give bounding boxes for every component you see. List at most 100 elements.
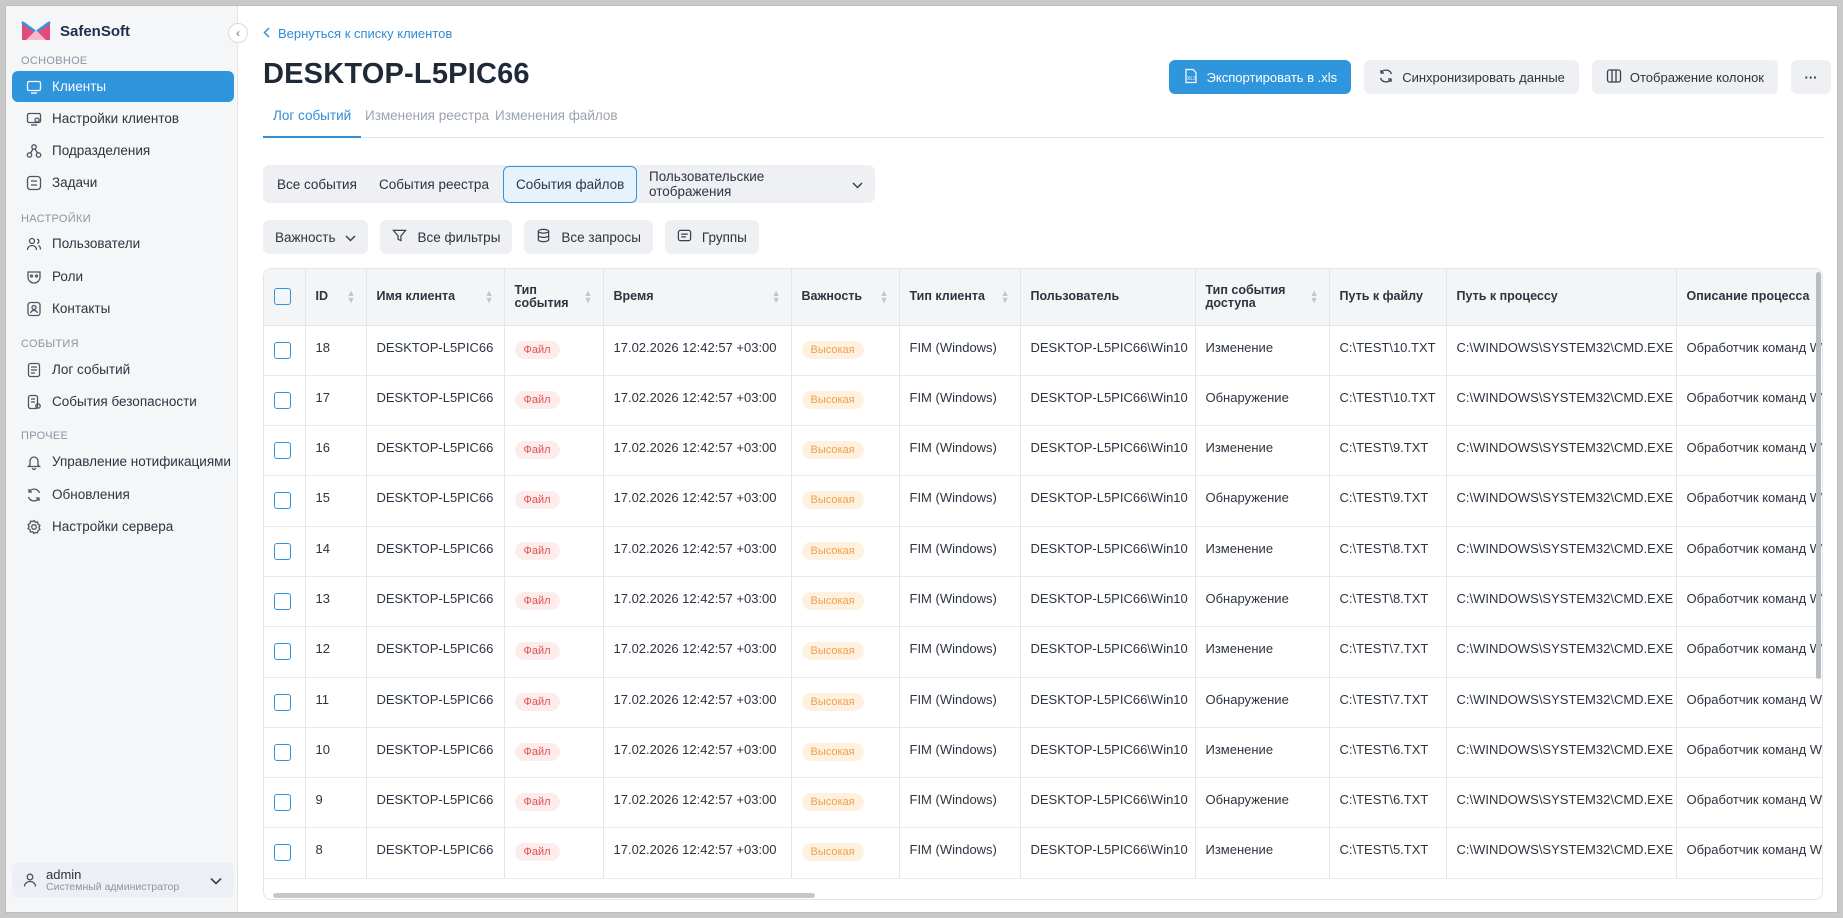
row-checkbox[interactable] xyxy=(274,341,291,359)
column-header-event-type[interactable]: Тип события ▲ ▼ xyxy=(504,269,604,326)
cell-importance: Высокая xyxy=(791,727,900,779)
sidebar-item-clients[interactable]: Клиенты xyxy=(12,71,234,102)
row-checkbox[interactable] xyxy=(274,442,291,460)
cell-client-name: DESKTOP-L5PIC66 xyxy=(366,727,505,779)
cell-time-value: 17.02.2026 12:42:57 +03:00 xyxy=(613,389,777,405)
sidebar-item-server-settings[interactable]: Настройки сервера xyxy=(12,511,234,542)
segment-custom-views[interactable]: Пользовательские отображения xyxy=(637,169,875,199)
logo[interactable]: SafenSoft xyxy=(20,20,130,42)
groups-button[interactable]: Группы xyxy=(664,220,759,254)
sync-data-button[interactable]: Синхронизировать данные xyxy=(1364,60,1579,94)
column-header-user[interactable]: Пользователь xyxy=(1020,269,1196,326)
column-header-client-name[interactable]: Имя клиента ▲ ▼ xyxy=(366,269,505,326)
sort-icon[interactable]: ▲ ▼ xyxy=(1001,288,1010,304)
column-header-access-type[interactable]: Тип события доступа ▲ ▼ xyxy=(1195,269,1330,326)
export-xls-button[interactable]: XLS Экспортировать в .xls xyxy=(1168,60,1352,94)
sort-icon[interactable]: ▲ ▼ xyxy=(485,288,494,304)
sidebar-item-tasks[interactable]: Задачи xyxy=(12,167,234,198)
row-checkbox[interactable] xyxy=(274,743,291,761)
cell-process-path-value: C:\WINDOWS\SYSTEM32\CMD.EXE xyxy=(1456,540,1674,556)
row-checkbox[interactable] xyxy=(274,844,291,862)
segment-file-events[interactable]: События файлов xyxy=(503,166,638,203)
cell-client-name-value: DESKTOP-L5PIC66 xyxy=(376,842,494,858)
sync-icon xyxy=(1378,68,1394,87)
row-checkbox[interactable] xyxy=(274,643,291,661)
segment-registry-events[interactable]: События реестра xyxy=(367,170,501,198)
table-row[interactable]: 10 DESKTOP-L5PIC66 Файл 17.02.2026 12:42:57… xyxy=(264,727,1822,779)
row-checkbox[interactable] xyxy=(274,542,291,560)
select-all-checkbox[interactable] xyxy=(274,287,291,305)
sidebar-item-departments[interactable]: Подразделения xyxy=(12,135,234,166)
sidebar-item-roles[interactable]: Роли xyxy=(12,261,234,292)
sidebar-item-contacts[interactable]: Контакты xyxy=(12,293,234,324)
user-menu[interactable]: admin Системный администратор xyxy=(12,863,234,897)
column-header-file-path[interactable]: Путь к файлу xyxy=(1329,269,1447,326)
user-role: Системный администратор xyxy=(46,880,180,893)
column-display-button[interactable]: Отображение колонок xyxy=(1591,60,1778,94)
row-checkbox[interactable] xyxy=(274,391,291,409)
back-link[interactable]: Вернуться к списку клиентов xyxy=(263,26,452,41)
sort-icon[interactable]: ▲ ▼ xyxy=(772,288,781,304)
events-table: ID ▲ ▼ Имя клиента ▲ ▼ Тип события ▲ ▼ Время ▲ ▼… xyxy=(263,268,1823,900)
column-header-client-type[interactable]: Тип клиента ▲ ▼ xyxy=(899,269,1021,326)
row-checkbox[interactable] xyxy=(274,693,291,711)
segment-all-events[interactable]: Все события xyxy=(265,170,369,198)
all-queries-button[interactable]: Все запросы xyxy=(524,220,653,254)
cell-client-name: DESKTOP-L5PIC66 xyxy=(366,375,505,427)
sidebar-item-security-events[interactable]: События безопасности xyxy=(12,386,234,417)
column-header-process-path[interactable]: Путь к процессу xyxy=(1446,269,1677,326)
cell-process-description-value: Обработчик команд W xyxy=(1686,540,1823,556)
table-row[interactable]: 12 DESKTOP-L5PIC66 Файл 17.02.2026 12:42:57… xyxy=(264,626,1822,678)
sidebar-item-updates[interactable]: Обновления xyxy=(12,479,234,510)
row-checkbox[interactable] xyxy=(274,794,291,812)
sort-icon[interactable]: ▲ ▼ xyxy=(347,288,356,304)
cell-importance: Высокая xyxy=(791,475,900,527)
sort-icon[interactable]: ▲ ▼ xyxy=(584,288,593,304)
cell-process-description: Обработчик команд W xyxy=(1676,626,1822,678)
horizontal-scrollbar[interactable] xyxy=(273,893,815,898)
sidebar-item-client-settings[interactable]: Настройки клиентов xyxy=(12,103,234,134)
table-row[interactable]: 13 DESKTOP-L5PIC66 Файл 17.02.2026 12:42:57… xyxy=(264,576,1822,628)
event-type-badge: Файл xyxy=(514,491,560,510)
cell-event-type: Файл xyxy=(504,777,604,829)
row-checkbox[interactable] xyxy=(274,492,291,510)
column-header-time[interactable]: Время ▲ ▼ xyxy=(603,269,792,326)
table-row[interactable]: 14 DESKTOP-L5PIC66 Файл 17.02.2026 12:42:57… xyxy=(264,526,1823,577)
sidebar-item-users[interactable]: Пользователи xyxy=(12,228,234,259)
vertical-scrollbar[interactable] xyxy=(1816,272,1821,679)
table-row[interactable]: 18 DESKTOP-L5PIC66 Файл 17.02.2026 12:42:57… xyxy=(264,325,1822,376)
tab-event-log[interactable]: Лог событий xyxy=(263,108,362,138)
cell-process-description-value: Обработчик команд W xyxy=(1686,842,1823,858)
column-header-process-description[interactable]: Описание процесса xyxy=(1676,269,1822,326)
importance-filter[interactable]: Важность xyxy=(263,220,369,254)
table-row[interactable]: 11 DESKTOP-L5PIC66 Файл 17.02.2026 12:42:57… xyxy=(264,677,1822,728)
more-actions-button[interactable]: ··· xyxy=(1791,60,1831,94)
sidebar-item-label: Настройки сервера xyxy=(52,519,174,534)
table-row[interactable]: 17 DESKTOP-L5PIC66 Файл 17.02.2026 12:42:57… xyxy=(264,375,1822,427)
cell-user-value: DESKTOP-L5PIC66\Win10 xyxy=(1030,440,1188,456)
sort-icon[interactable]: ▲ ▼ xyxy=(880,288,889,304)
row-select-cell xyxy=(264,576,306,628)
row-checkbox[interactable] xyxy=(274,592,291,610)
cell-client-name-value: DESKTOP-L5PIC66 xyxy=(376,339,494,355)
logo-text: SafenSoft xyxy=(60,22,131,40)
sort-icon[interactable]: ▲ ▼ xyxy=(1310,288,1319,304)
table-row[interactable]: 9 DESKTOP-L5PIC66 Файл 17.02.2026 12:42:57 … xyxy=(264,777,1822,829)
importance-filter-label: Важность xyxy=(275,229,336,245)
cell-time-value: 17.02.2026 12:42:57 +03:00 xyxy=(613,641,777,657)
sidebar-item-notifications[interactable]: Управление нотификациями xyxy=(12,446,234,477)
tab-file-changes[interactable]: Изменения файлов xyxy=(485,108,628,138)
sidebar-item-label: Контакты xyxy=(52,301,111,316)
sidebar-item-event-log[interactable]: Лог событий xyxy=(12,354,234,385)
table-row[interactable]: 8 DESKTOP-L5PIC66 Файл 17.02.2026 12:42:57 … xyxy=(264,827,1823,879)
cell-client-name-value: DESKTOP-L5PIC66 xyxy=(376,691,494,707)
cell-process-description: Обработчик команд W xyxy=(1676,425,1822,477)
tab-registry-changes[interactable]: Изменения реестра xyxy=(355,108,499,138)
column-header-importance[interactable]: Важность ▲ ▼ xyxy=(791,269,900,326)
column-header-id[interactable]: ID ▲ ▼ xyxy=(305,269,367,326)
table-row[interactable]: 16 DESKTOP-L5PIC66 Файл 17.02.2026 12:42:57… xyxy=(264,425,1822,477)
cell-event-type: Файл xyxy=(504,827,604,879)
table-row[interactable]: 15 DESKTOP-L5PIC66 Файл 17.02.2026 12:42:57… xyxy=(264,475,1822,527)
column-display-label: Отображение колонок xyxy=(1629,69,1764,85)
all-filters-button[interactable]: Все фильтры xyxy=(380,220,513,254)
